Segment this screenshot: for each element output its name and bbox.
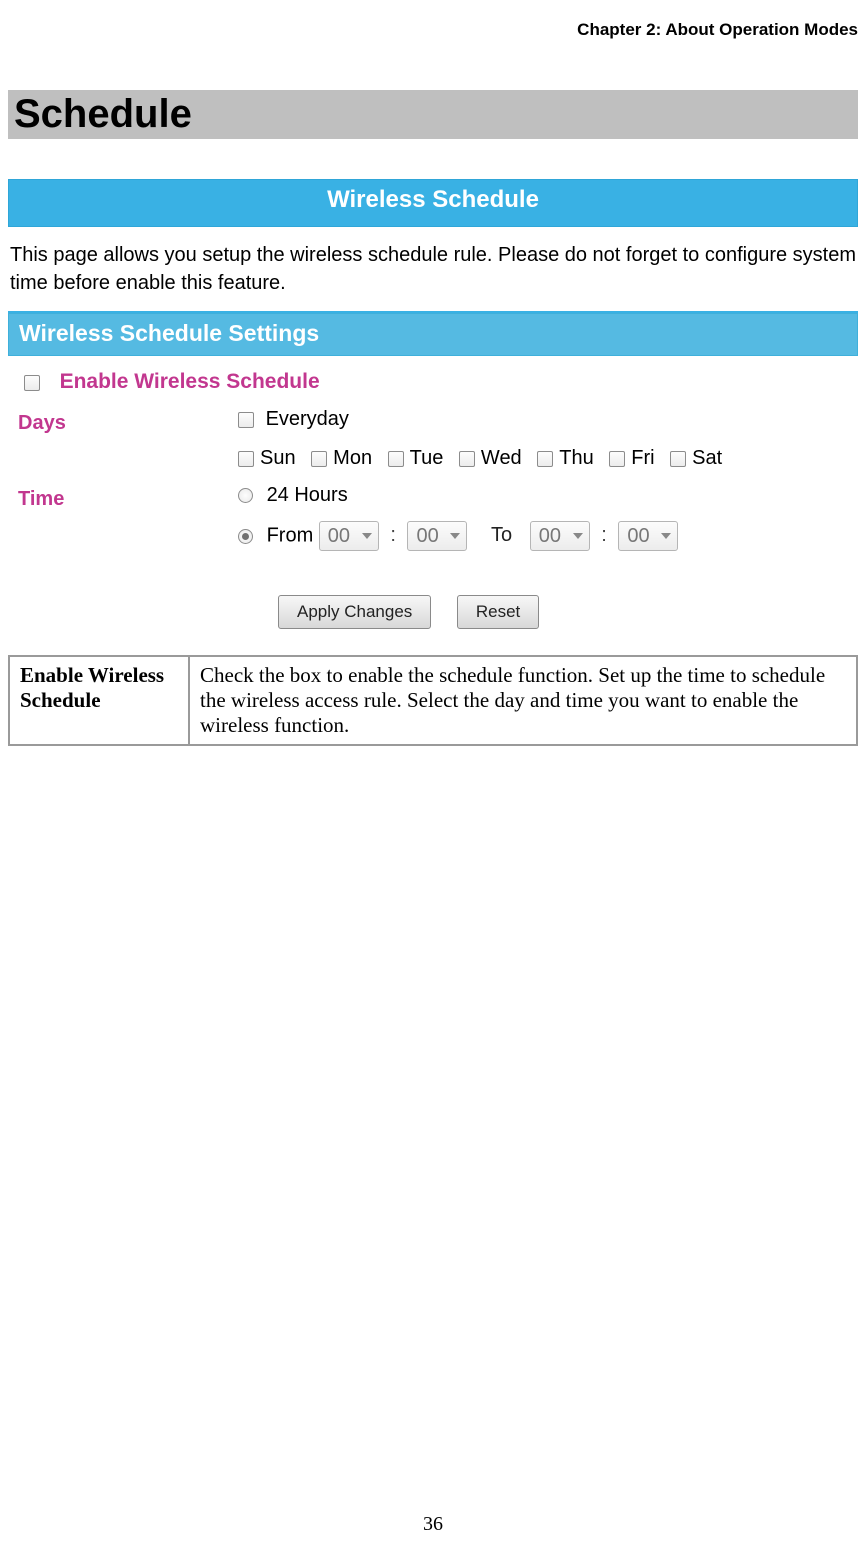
day-sun-label: Sun [260,447,296,469]
chevron-down-icon [450,533,460,539]
to-hour-value: 00 [539,525,561,548]
intro-text: This page allows you setup the wireless … [8,227,858,311]
everyday-label: Everyday [266,408,349,430]
day-sat-label: Sat [692,447,722,469]
to-min-dropdown[interactable]: 00 [618,521,678,551]
from-min-value: 00 [416,525,438,548]
apply-changes-button[interactable]: Apply Changes [278,595,431,629]
day-wed-label: Wed [481,447,522,469]
chapter-header: Chapter 2: About Operation Modes [8,20,858,40]
chevron-down-icon [573,533,583,539]
page-number: 36 [0,1513,866,1536]
day-fri-label: Fri [631,447,654,469]
to-label: To [491,524,512,546]
banner-settings: Wireless Schedule Settings [8,313,858,356]
chevron-down-icon [661,533,671,539]
from-hour-dropdown[interactable]: 00 [319,521,379,551]
time-24hours-radio[interactable] [238,488,253,503]
enable-wireless-schedule-checkbox[interactable] [24,375,40,391]
definition-table: Enable Wireless Schedule Check the box t… [8,655,858,746]
day-mon-label: Mon [333,447,372,469]
day-sun-checkbox[interactable] [238,451,254,467]
from-hour-value: 00 [328,525,350,548]
colon-separator: : [390,524,396,546]
to-min-value: 00 [627,525,649,548]
wireless-schedule-panel: Wireless Schedule This page allows you s… [8,179,858,647]
from-label: From [267,524,314,546]
time-24hours-label: 24 Hours [267,484,348,506]
from-min-dropdown[interactable]: 00 [407,521,467,551]
enable-wireless-schedule-label: Enable Wireless Schedule [60,370,320,393]
day-mon-checkbox[interactable] [311,451,327,467]
chevron-down-icon [362,533,372,539]
day-thu-checkbox[interactable] [537,451,553,467]
day-sat-checkbox[interactable] [670,451,686,467]
definition-term: Enable Wireless Schedule [9,656,189,745]
day-wed-checkbox[interactable] [459,451,475,467]
to-hour-dropdown[interactable]: 00 [530,521,590,551]
day-thu-label: Thu [559,447,593,469]
reset-button[interactable]: Reset [457,595,539,629]
days-label: Days [18,408,238,435]
table-row: Enable Wireless Schedule Check the box t… [9,656,857,745]
colon-separator: : [601,524,607,546]
everyday-checkbox[interactable] [238,412,254,428]
day-tue-label: Tue [410,447,444,469]
day-tue-checkbox[interactable] [388,451,404,467]
time-label: Time [18,484,238,511]
time-from-radio[interactable] [238,529,253,544]
section-heading-schedule: Schedule [8,90,858,139]
day-fri-checkbox[interactable] [609,451,625,467]
banner-wireless-schedule: Wireless Schedule [8,179,858,227]
definition-desc: Check the box to enable the schedule fun… [189,656,857,745]
